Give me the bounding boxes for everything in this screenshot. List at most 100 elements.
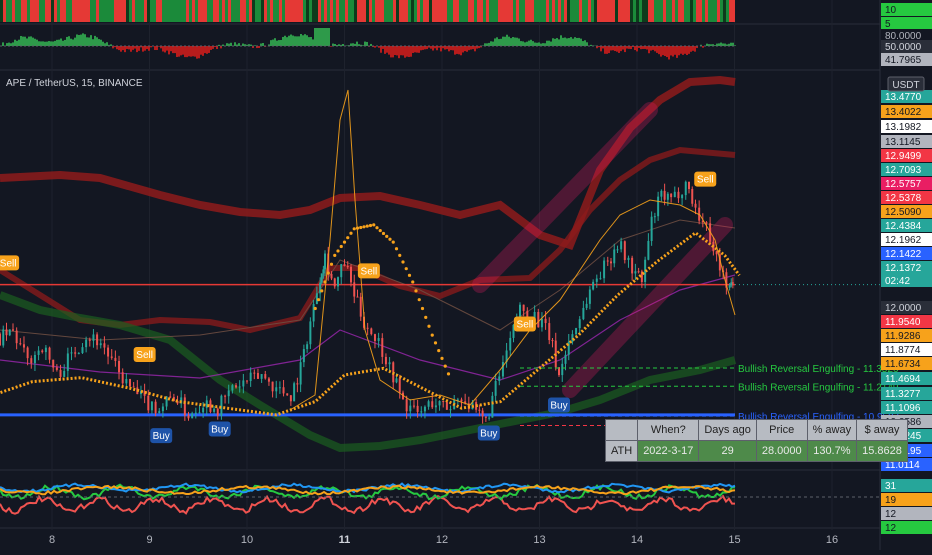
- oscillator-bar: [132, 46, 134, 50]
- candle-body: [242, 380, 244, 386]
- momentum-bar: [546, 0, 549, 22]
- candle-body: [12, 329, 14, 330]
- momentum-bar: [582, 0, 585, 22]
- momentum-bar: [639, 0, 642, 22]
- oscillator-bar: [198, 46, 200, 58]
- price-tag-label: 11.9540: [885, 317, 921, 328]
- oscillator-bar: [620, 46, 622, 51]
- momentum-bar: [399, 0, 402, 22]
- momentum-bar: [132, 0, 135, 22]
- psar-dot: [320, 289, 323, 292]
- momentum-bar: [108, 0, 111, 22]
- oscillator-bar: [530, 40, 532, 46]
- momentum-bar: [321, 0, 324, 22]
- candle-body: [367, 328, 369, 329]
- oscillator-bar: [418, 46, 420, 53]
- x-tick-label: 11: [339, 534, 351, 546]
- price-tag: 12.7093: [881, 163, 932, 176]
- momentum-bar: [363, 0, 366, 22]
- oscillator-bar: [468, 46, 470, 50]
- momentum-bar: [360, 0, 363, 22]
- oscillator-bar: [250, 45, 252, 46]
- candle-body: [523, 305, 525, 311]
- oscillator-bar: [308, 37, 310, 46]
- momentum-bar: [21, 0, 24, 22]
- momentum-bar: [84, 0, 87, 22]
- momentum-bar: [699, 0, 702, 22]
- oscillator-bar: [444, 46, 446, 50]
- oscillator-bar: [294, 36, 296, 46]
- candle-body: [313, 304, 315, 321]
- oscillator-bar: [564, 38, 566, 46]
- psar-dot: [434, 341, 437, 344]
- price-tag-label: 11.6734: [885, 359, 921, 370]
- oscillator-bar: [20, 36, 22, 46]
- oscillator-bar: [86, 37, 88, 46]
- oscillator-bar: [502, 37, 504, 46]
- momentum-bar: [225, 0, 228, 22]
- candle-body: [685, 182, 687, 195]
- candle-body: [586, 304, 588, 308]
- oscillator-bar: [278, 40, 280, 46]
- momentum-bar: [381, 0, 384, 22]
- momentum-bar: [192, 0, 195, 22]
- momentum-bar: [120, 0, 123, 22]
- x-tick-label: 12: [436, 534, 448, 546]
- oscillator-bar: [202, 46, 204, 56]
- price-tag: 12.4384: [881, 219, 932, 232]
- candle-body: [261, 374, 263, 379]
- oscillator-bar: [366, 42, 368, 46]
- momentum-bar: [111, 0, 114, 22]
- momentum-bar: [465, 0, 468, 22]
- oscillator-bar: [668, 46, 670, 59]
- oscillator-bar: [654, 46, 656, 51]
- candle-body: [620, 241, 622, 249]
- oscillator-bar: [92, 39, 94, 46]
- oscillator-bar: [520, 41, 522, 46]
- buy-signal: Buy: [478, 425, 500, 440]
- momentum-bar: [405, 0, 408, 22]
- oscillator-bar: [676, 46, 678, 58]
- ath-table: When? Days ago Price % away $ away ATH 2…: [605, 419, 908, 462]
- oscillator-bar: [508, 37, 510, 46]
- price-tag-label: 12.5090: [885, 207, 922, 218]
- candle-body: [603, 261, 605, 279]
- candle-body: [670, 194, 672, 197]
- candle-body: [439, 401, 441, 405]
- oscillator-bar: [608, 46, 610, 53]
- price-tag-label: 12.1372: [885, 263, 922, 274]
- ath-table-cell: 28.0000: [756, 441, 807, 462]
- sell-signal: Sell: [0, 255, 19, 270]
- oscillator-bar: [454, 46, 456, 55]
- candle-body: [691, 189, 693, 204]
- oscillator-bar: [34, 39, 36, 46]
- candle-body: [674, 192, 676, 197]
- oscillator-bar: [478, 46, 480, 48]
- candle-body: [617, 249, 619, 250]
- candle-body: [399, 378, 401, 392]
- candle-body: [334, 278, 336, 286]
- momentum-bar: [231, 0, 234, 22]
- oscillator-bar: [44, 42, 46, 46]
- oscillator-bar: [38, 41, 40, 46]
- oscillator-bar: [674, 46, 676, 55]
- momentum-bar: [384, 0, 387, 22]
- x-tick-label: 13: [533, 534, 545, 546]
- candle-body: [651, 217, 653, 241]
- price-tag: 12.1962: [881, 233, 932, 246]
- price-tag: 11.6734: [881, 357, 932, 370]
- price-tag-label: 13.1145: [885, 137, 921, 148]
- candle-body: [250, 373, 252, 381]
- candle-body: [582, 308, 584, 319]
- oscillator-bar: [356, 42, 358, 46]
- oscillator-bar: [310, 37, 312, 46]
- oscillator-bar: [394, 46, 396, 55]
- price-tag: 11.3277: [881, 387, 932, 400]
- candle-body: [565, 355, 567, 364]
- psar-dot: [314, 307, 317, 310]
- oscillator-bar: [358, 44, 360, 46]
- candle-body: [664, 191, 666, 200]
- candle-body: [9, 329, 11, 335]
- oscillator-bar: [60, 39, 62, 46]
- momentum-bar: [303, 0, 306, 22]
